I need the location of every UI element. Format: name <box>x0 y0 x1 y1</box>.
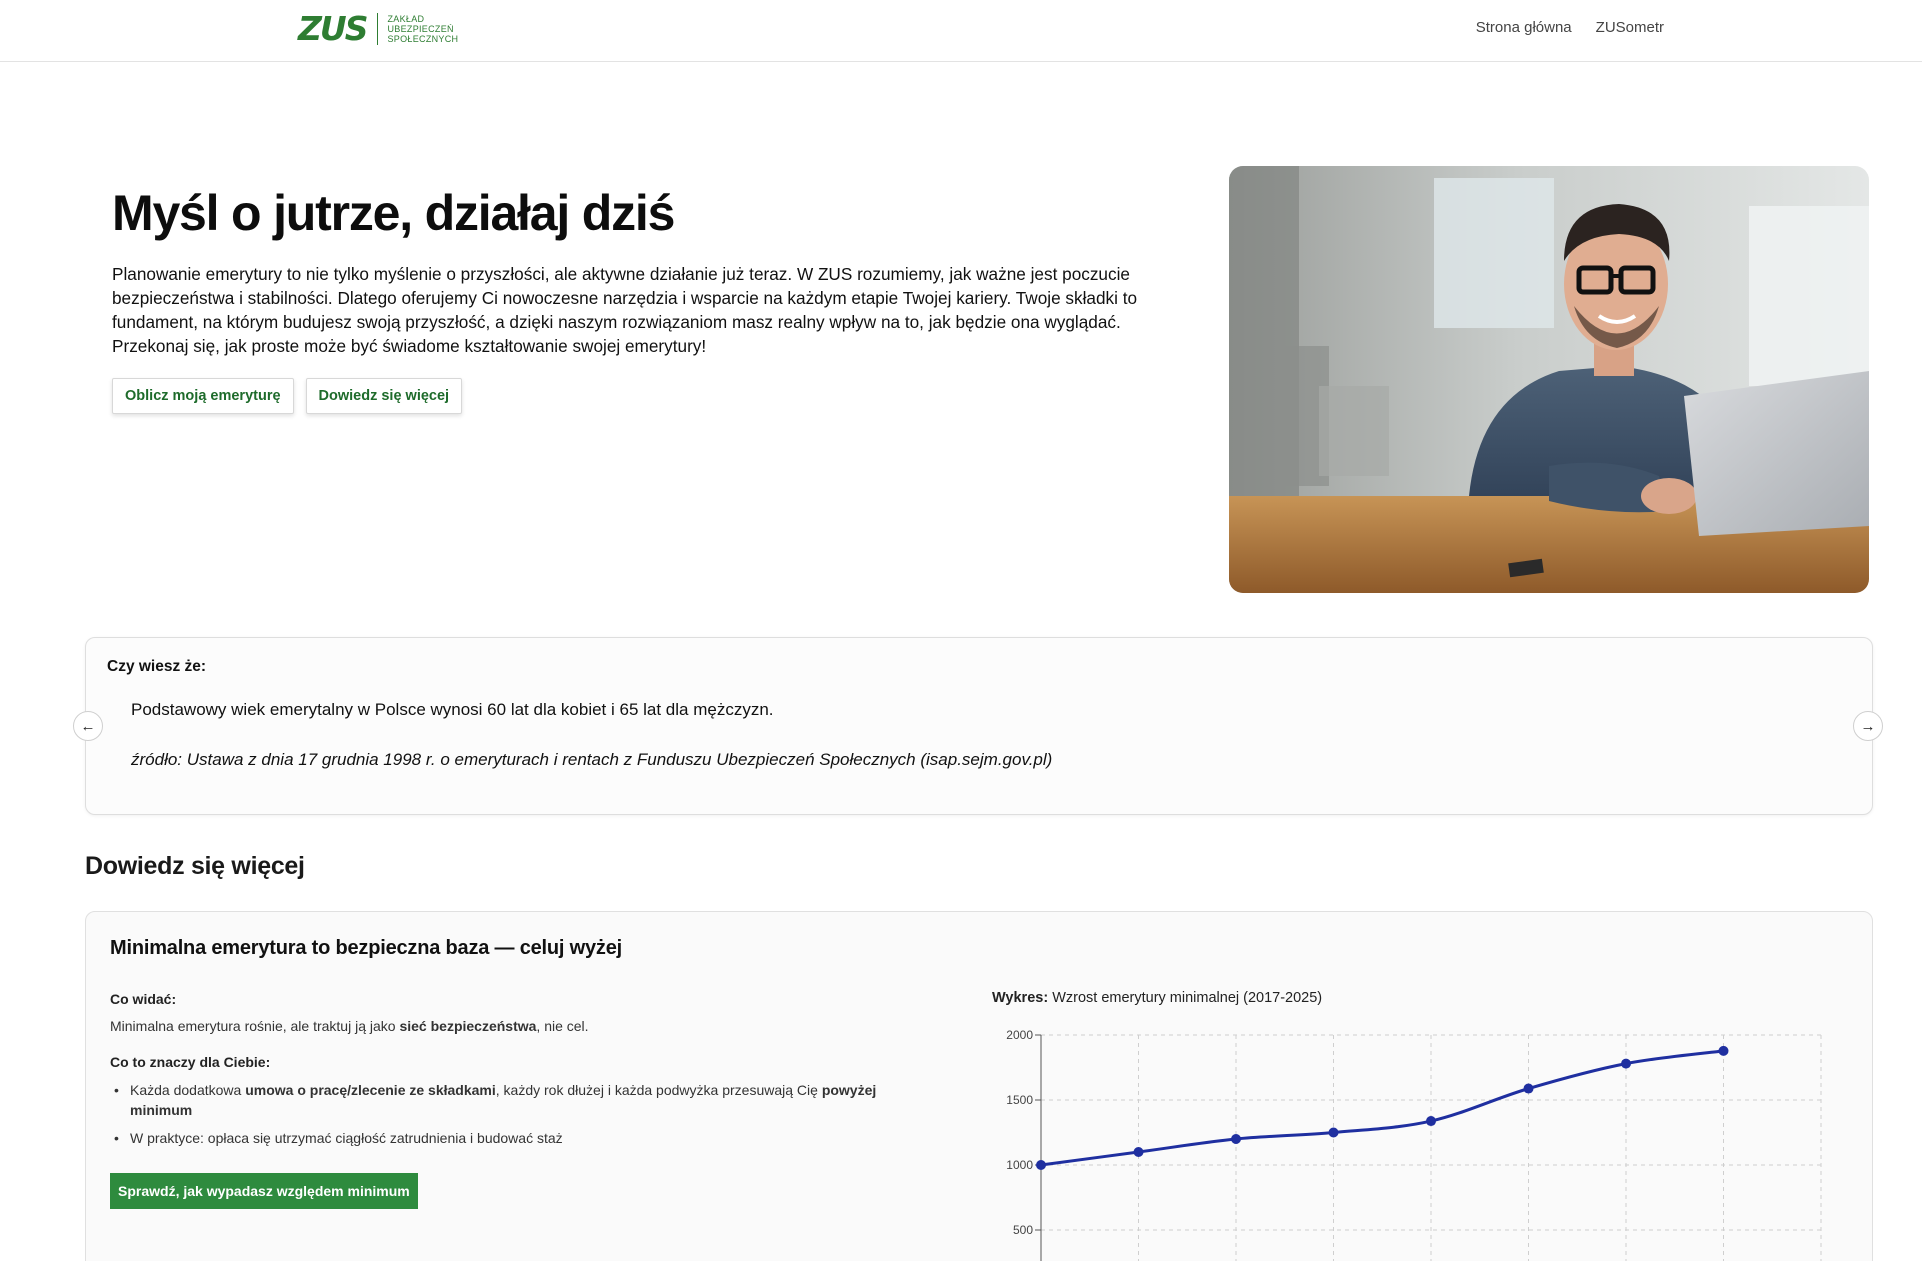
check-minimum-button[interactable]: Sprawdź, jak wypadasz względem minimum <box>110 1173 418 1209</box>
min-pension-card: Minimalna emerytura to bezpieczna baza —… <box>85 911 1873 1261</box>
carousel-prev-button[interactable]: ← <box>73 711 103 741</box>
site-header: ZUS Zakład Ubezpieczeń Społecznych Stron… <box>0 0 1922 62</box>
nav-home-link[interactable]: Strona główna <box>1476 19 1572 36</box>
list-item: Każda dodatkowa umowa o pracę/zlecenie z… <box>110 1080 930 1120</box>
section-title: Dowiedz się więcej <box>85 852 305 880</box>
data-point <box>1231 1134 1241 1144</box>
arrow-right-icon: → <box>1860 717 1876 735</box>
fact-text: Podstawowy wiek emerytalny w Polsce wyno… <box>131 700 774 719</box>
main-nav: Strona główna ZUSometr <box>1476 19 1664 36</box>
means-label: Co to znaczy dla Ciebie: <box>110 1054 271 1070</box>
zus-logo[interactable]: ZUS Zakład Ubezpieczeń Społecznych <box>298 10 458 48</box>
carousel-next-button[interactable]: → <box>1853 711 1883 741</box>
y-tick-label: 500 <box>1013 1223 1033 1237</box>
logo-divider <box>376 13 378 45</box>
hero-buttons: Oblicz moją emeryturę Dowiedz się więcej <box>112 378 463 414</box>
data-point <box>1426 1116 1436 1127</box>
nav-zusometr-link[interactable]: ZUSometr <box>1596 19 1664 36</box>
series-line <box>1040 1049 1724 1167</box>
data-point <box>1718 1045 1729 1056</box>
data-point <box>1621 1058 1631 1069</box>
arrow-left-icon: ← <box>80 717 96 735</box>
y-tick-label: 1500 <box>1006 1093 1033 1107</box>
card-title: Minimalna emerytura to bezpieczna baza —… <box>110 937 622 959</box>
means-list: Każda dodatkowa umowa o pracę/zlecenie z… <box>110 1080 930 1156</box>
data-point <box>1133 1147 1144 1157</box>
data-point <box>1036 1160 1046 1170</box>
y-tick-label: 2000 <box>1006 1028 1033 1042</box>
logo-text: Zakład Ubezpieczeń Społecznych <box>387 14 459 44</box>
y-tick-label: 1000 <box>1006 1158 1033 1172</box>
learn-more-button[interactable]: Dowiedz się więcej <box>305 378 463 414</box>
did-you-know-card: Czy wiesz że: Podstawowy wiek emerytalny… <box>85 637 1873 815</box>
list-item: W praktyce: opłaca się utrzymać ciągłość… <box>110 1128 930 1148</box>
hero-description: Planowanie emerytury to nie tylko myślen… <box>112 264 1138 356</box>
what-text: Minimalna emerytura rośnie, ale traktuj … <box>110 1018 589 1034</box>
data-point <box>1523 1083 1534 1094</box>
hero-photo <box>1229 166 1869 593</box>
hero-title: Myśl o jutrze, działaj dziś <box>112 185 675 241</box>
chart-caption: Wykres: Wzrost emerytury minimalnej (201… <box>992 990 1323 1006</box>
min-pension-chart: 500 1000 1500 2000 <box>1006 1028 1822 1261</box>
fact-heading: Czy wiesz że: <box>107 658 207 675</box>
logo-mark: ZUS <box>298 9 368 48</box>
fact-source: źródło: Ustawa z dnia 17 grudnia 1998 r.… <box>131 750 1053 769</box>
what-label: Co widać: <box>110 991 177 1007</box>
data-point <box>1328 1127 1339 1138</box>
calculate-pension-button[interactable]: Oblicz moją emeryturę <box>112 378 294 414</box>
